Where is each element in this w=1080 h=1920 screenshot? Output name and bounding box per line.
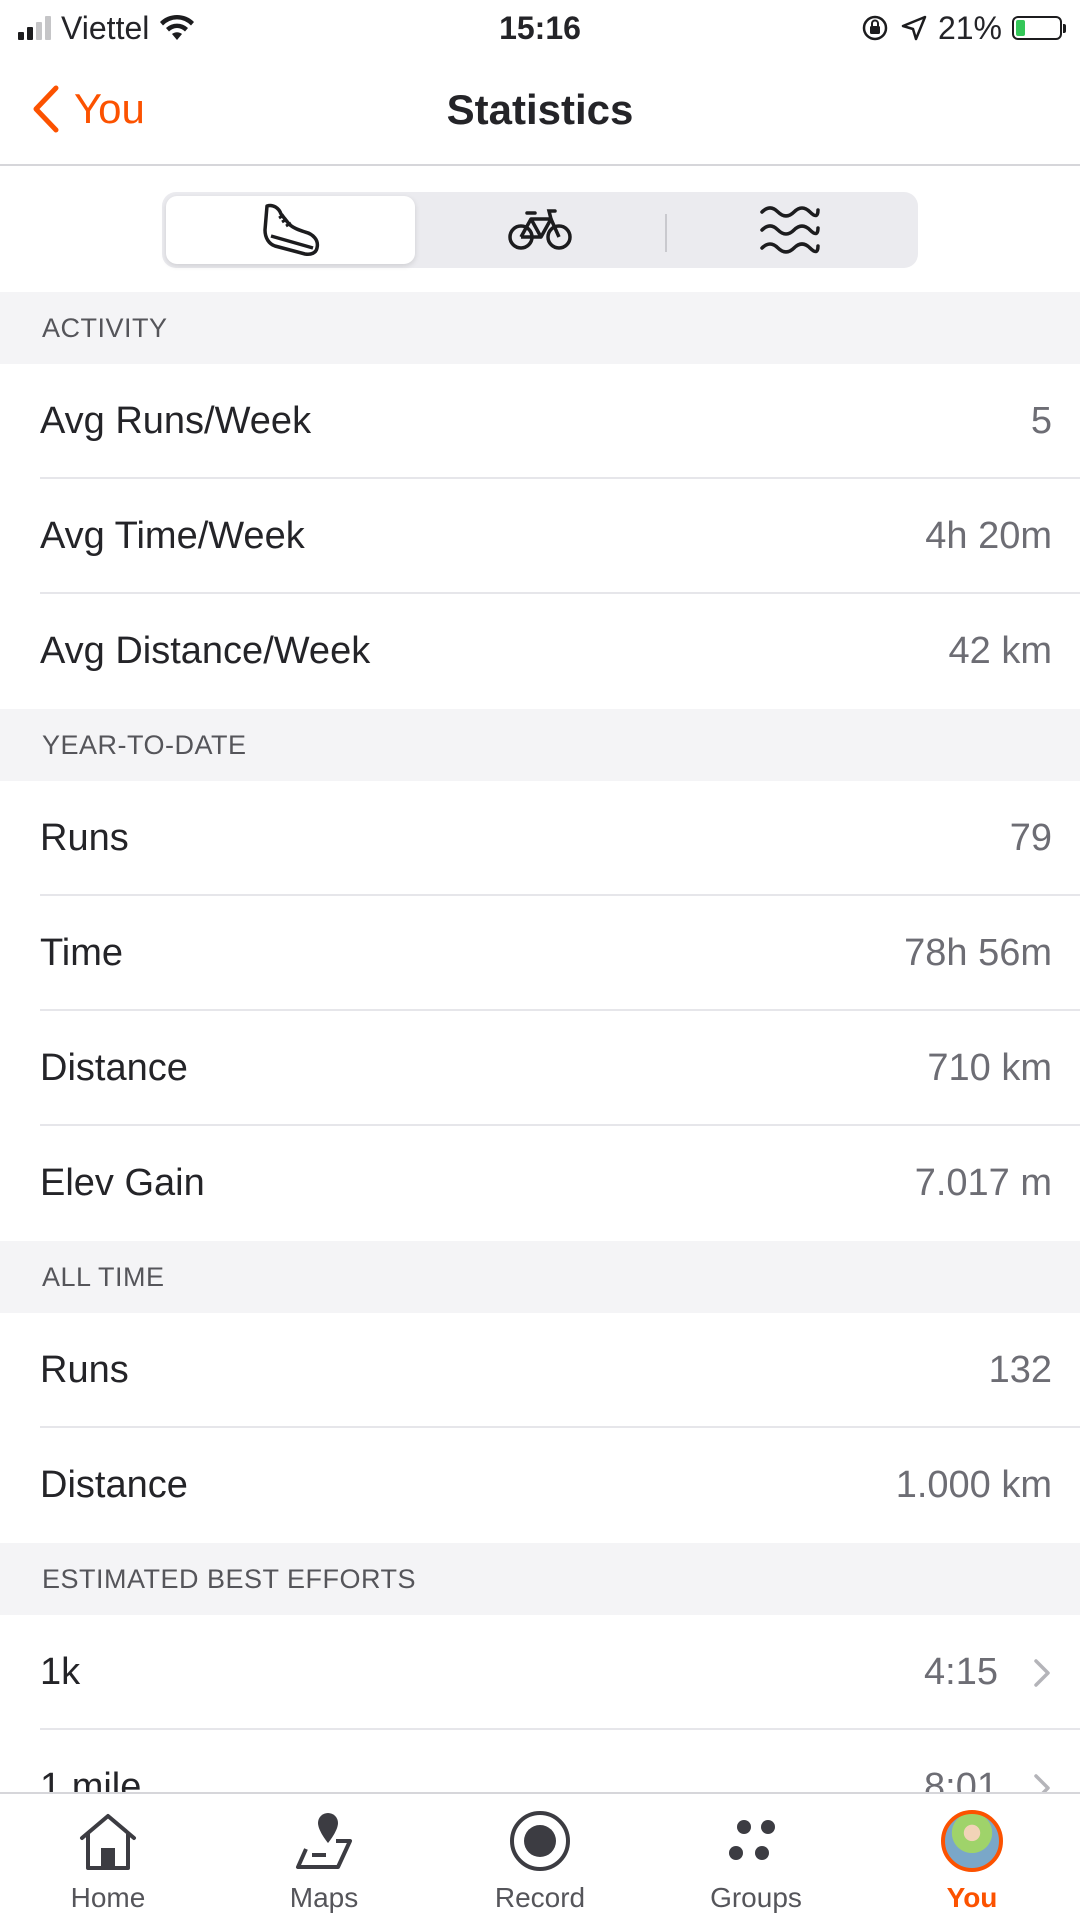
stat-value: 132 xyxy=(988,1349,1052,1391)
stat-row: Runs 79 xyxy=(0,781,1080,896)
orientation-lock-icon xyxy=(862,15,888,41)
stat-row: Avg Runs/Week 5 xyxy=(0,364,1080,479)
sport-selector-area xyxy=(0,168,1080,292)
stat-row: Distance 1.000 km xyxy=(0,1428,1080,1543)
record-icon xyxy=(507,1808,573,1874)
stat-row: Distance 710 km xyxy=(0,1011,1080,1126)
section-header-activity: ACTIVITY xyxy=(0,292,1080,364)
stat-value: 42 km xyxy=(948,630,1052,672)
stat-value: 5 xyxy=(1030,400,1052,442)
tab-record[interactable]: Record xyxy=(432,1794,648,1920)
avatar xyxy=(939,1808,1005,1874)
sport-segmented-control xyxy=(162,192,918,268)
tab-swim[interactable] xyxy=(664,196,914,264)
stat-value: 4h 20m xyxy=(925,515,1052,557)
best-effort-label: 1k xyxy=(40,1651,81,1693)
tab-home[interactable]: Home xyxy=(0,1794,216,1920)
stat-label: Time xyxy=(40,932,124,974)
stat-row: Avg Time/Week 4h 20m xyxy=(0,479,1080,594)
location-arrow-icon xyxy=(901,15,927,41)
stat-label: Elev Gain xyxy=(40,1162,205,1204)
section-header-best-efforts: ESTIMATED BEST EFFORTS xyxy=(0,1543,1080,1615)
swim-waves-icon xyxy=(760,206,821,254)
stat-label: Avg Distance/Week xyxy=(40,630,371,672)
stat-row: Runs 132 xyxy=(0,1313,1080,1428)
stat-label: Runs xyxy=(40,1349,129,1391)
tab-record-label: Record xyxy=(494,1882,586,1913)
tab-maps[interactable]: Maps xyxy=(216,1794,432,1920)
stat-label: Avg Runs/Week xyxy=(40,400,312,442)
stat-value: 710 km xyxy=(927,1047,1052,1089)
nav-bar: You Statistics xyxy=(0,56,1080,166)
stat-value: 79 xyxy=(1009,817,1052,859)
stat-label: Avg Time/Week xyxy=(40,515,305,557)
section-header-all-time: ALL TIME xyxy=(0,1241,1080,1313)
status-bar: Viettel 15:16 21% xyxy=(0,0,1080,56)
best-effort-value-wrap: 4:15 xyxy=(924,1651,1052,1694)
tab-home-label: Home xyxy=(70,1882,146,1913)
tab-maps-label: Maps xyxy=(289,1882,359,1913)
stat-label: Runs xyxy=(40,817,129,859)
back-label: You xyxy=(74,85,145,132)
best-effort-row[interactable]: 1k 4:15 xyxy=(0,1615,1080,1730)
statistics-list: ACTIVITY Avg Runs/Week 5 Avg Time/Week 4… xyxy=(0,292,1080,1845)
carrier-name: Viettel xyxy=(61,9,150,46)
battery-percent: 21% xyxy=(937,9,1002,46)
chevron-right-icon xyxy=(1034,1658,1050,1687)
page-title: Statistics xyxy=(446,86,634,133)
stat-row: Elev Gain 7.017 m xyxy=(0,1126,1080,1241)
bottom-tab-bar: Home Maps Record Groups You xyxy=(0,1792,1080,1920)
stat-label: Distance xyxy=(40,1464,188,1506)
stat-label: Distance xyxy=(40,1047,188,1089)
groups-icon xyxy=(723,1808,789,1874)
home-icon xyxy=(75,1808,141,1874)
signal-icon xyxy=(18,16,51,40)
stat-value: 7.017 m xyxy=(914,1162,1052,1204)
status-right: 21% xyxy=(860,9,1066,47)
stat-row: Time 78h 56m xyxy=(0,896,1080,1011)
best-effort-value: 4:15 xyxy=(924,1651,998,1693)
tab-you-label: You xyxy=(946,1882,998,1913)
section-header-year-to-date: YEAR-TO-DATE xyxy=(0,709,1080,781)
bicycle-icon xyxy=(508,209,572,250)
map-pin-icon xyxy=(291,1808,357,1874)
status-left: Viettel xyxy=(18,10,195,47)
tab-you[interactable]: You xyxy=(864,1794,1080,1920)
profile-avatar xyxy=(941,1810,1003,1872)
wifi-icon xyxy=(160,14,195,40)
tab-groups-label: Groups xyxy=(710,1882,802,1913)
tab-run[interactable] xyxy=(166,196,416,264)
running-shoe-icon xyxy=(262,203,319,256)
stat-row: Avg Distance/Week 42 km xyxy=(0,594,1080,709)
segment-divider xyxy=(664,214,667,252)
tab-groups[interactable]: Groups xyxy=(648,1794,864,1920)
stat-value: 78h 56m xyxy=(904,932,1052,974)
back-button[interactable]: You xyxy=(30,84,145,134)
tab-ride[interactable] xyxy=(415,196,664,264)
chevron-left-icon xyxy=(33,85,59,133)
battery-icon xyxy=(1012,16,1066,40)
stat-value: 1.000 km xyxy=(895,1464,1052,1506)
